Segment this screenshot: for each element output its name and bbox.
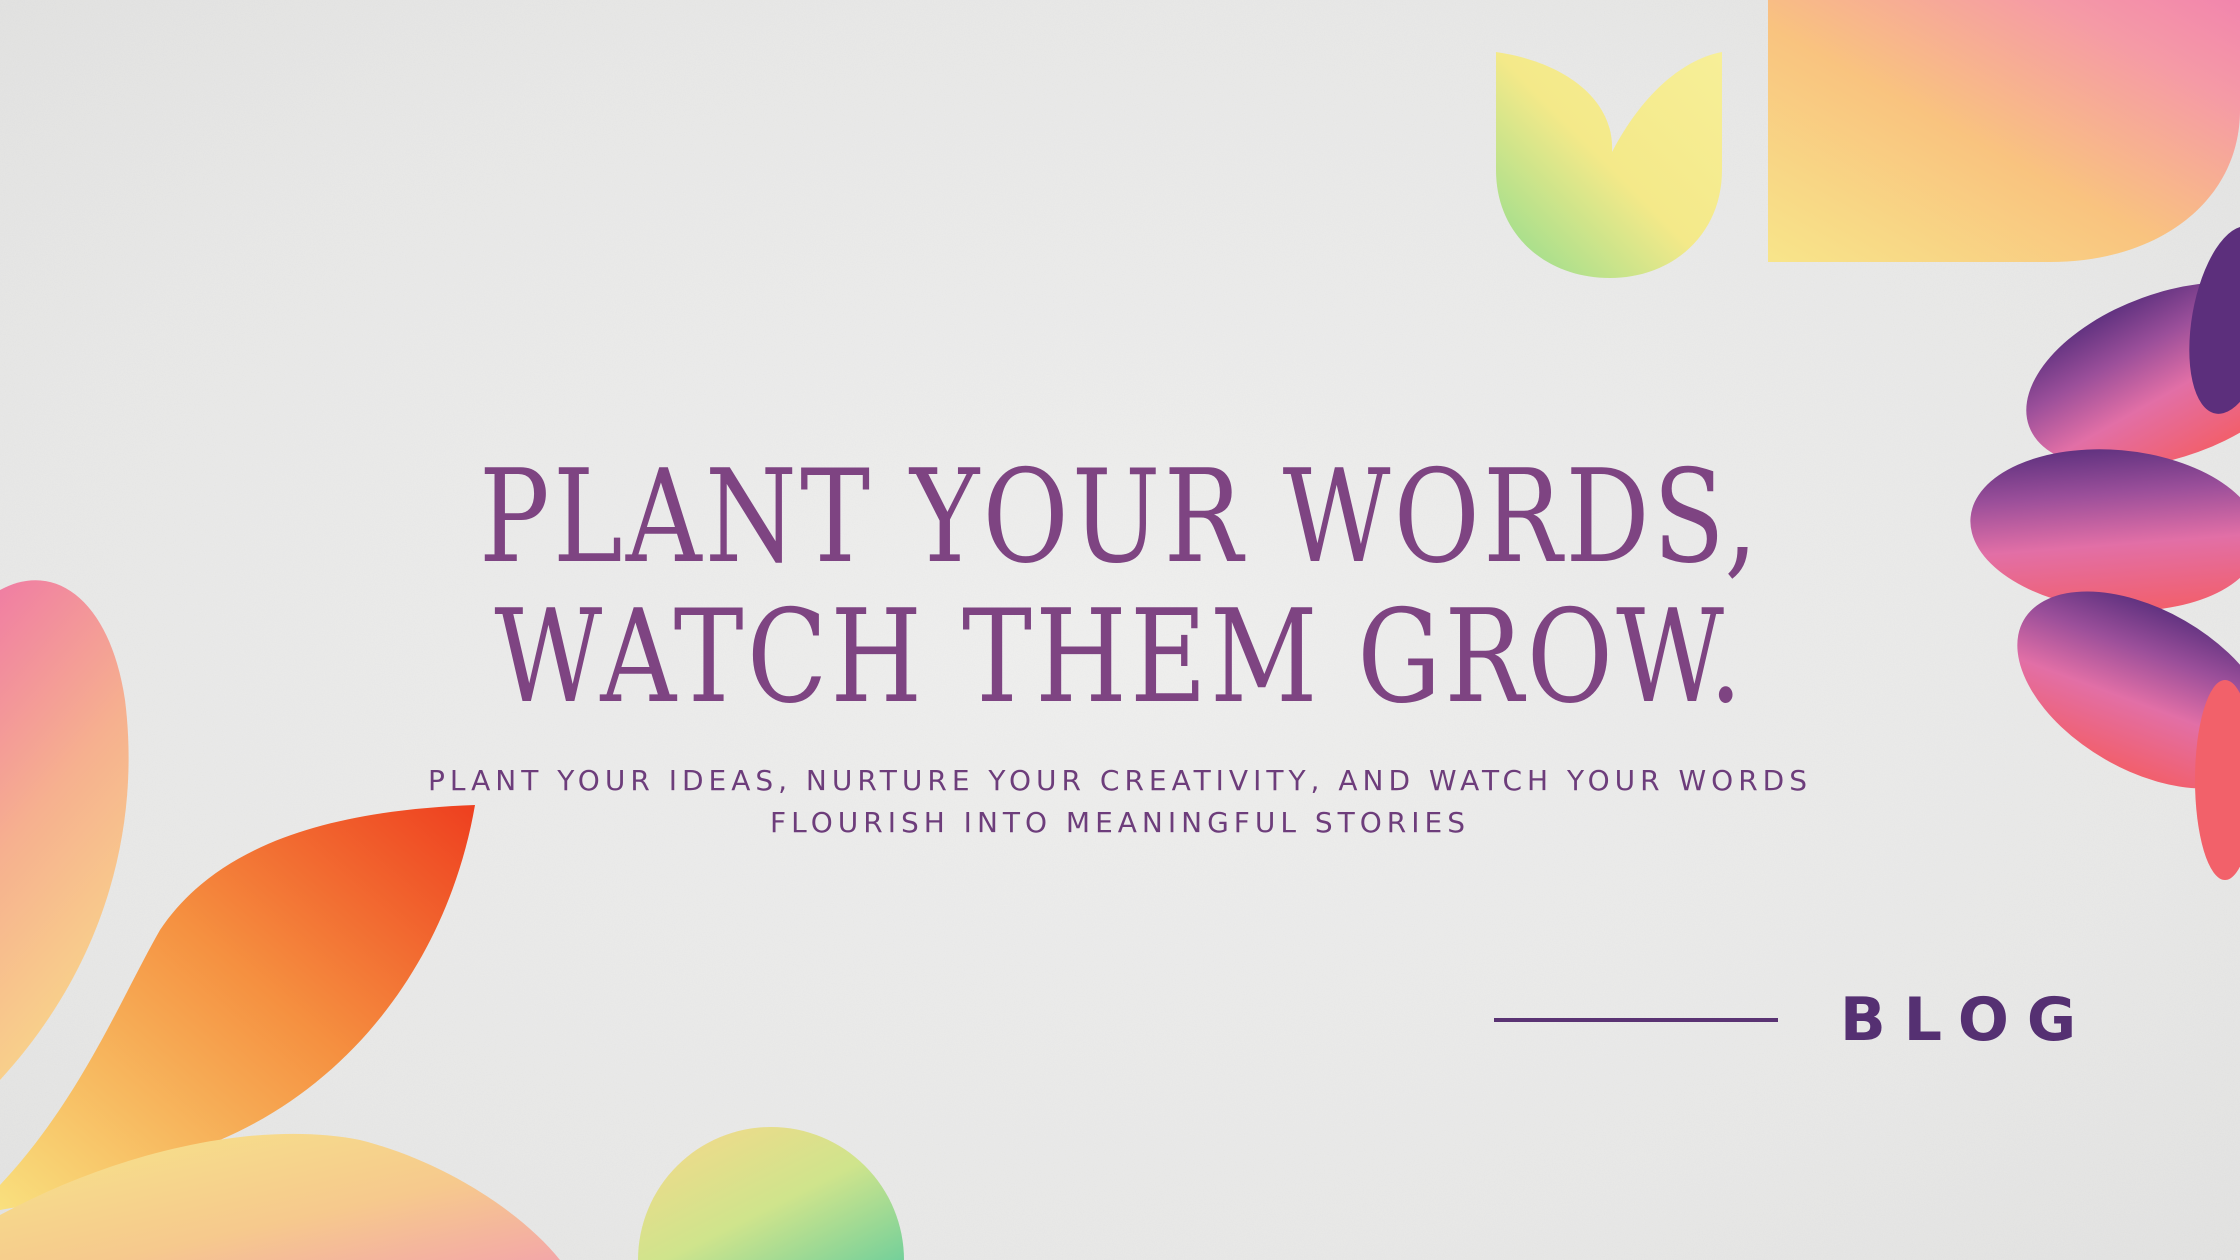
blog-banner: Plant Your Words, Watch Them Grow. Plant… bbox=[0, 0, 2240, 1260]
page-subtitle: Plant your ideas, nurture your creativit… bbox=[428, 764, 1812, 839]
blog-label: BLOG bbox=[1840, 985, 2095, 1055]
rounded-square-shape bbox=[1768, 0, 2240, 262]
divider-line bbox=[1494, 1018, 1778, 1022]
page-title: Plant Your Words, Watch Them Grow. bbox=[479, 443, 1761, 732]
